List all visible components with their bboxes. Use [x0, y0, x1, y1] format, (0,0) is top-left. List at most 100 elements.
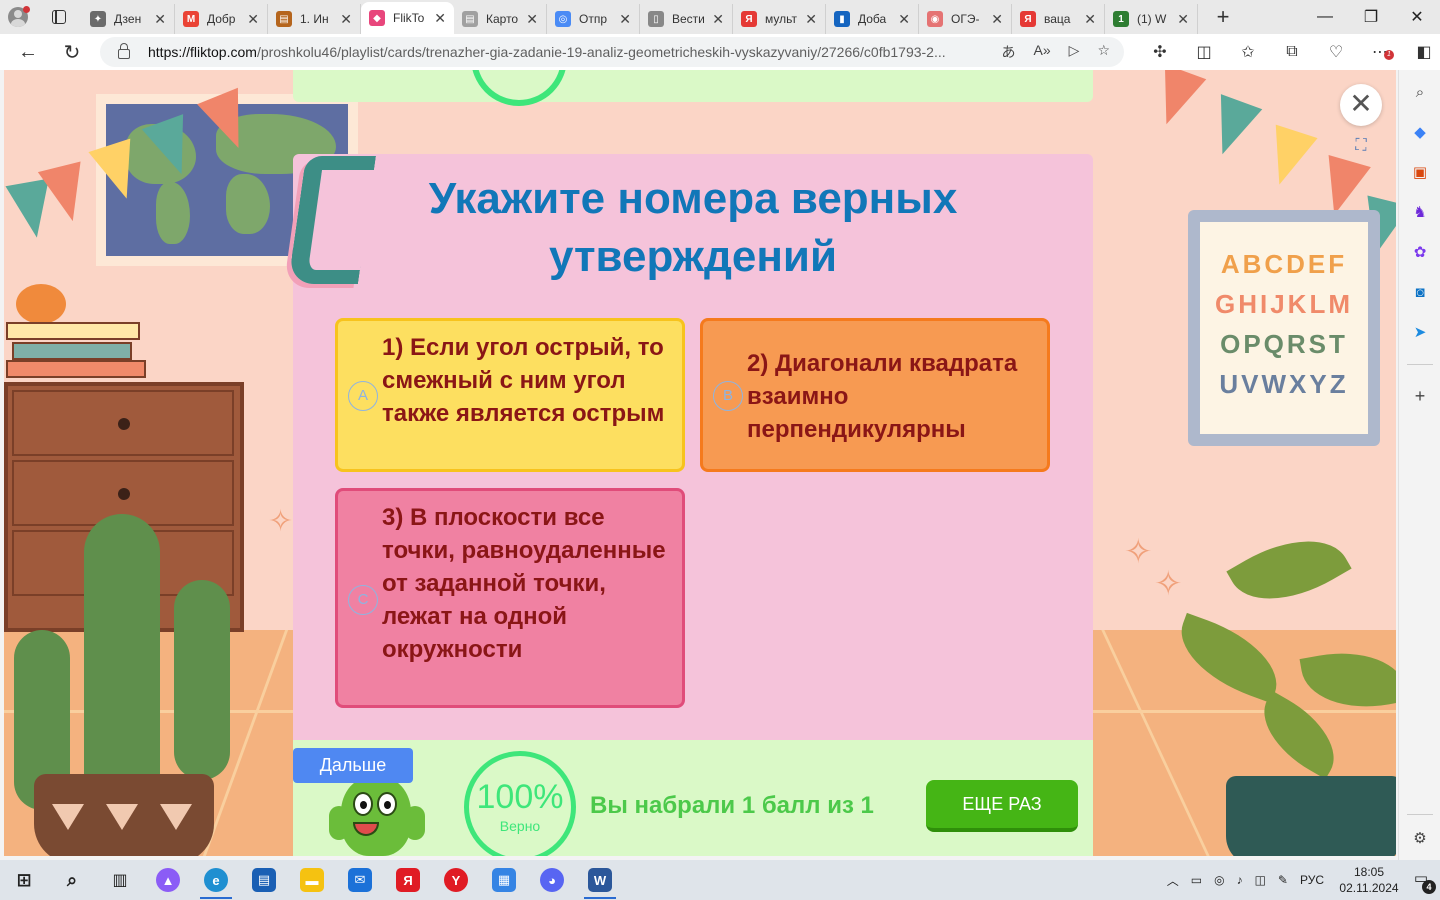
browser-tab[interactable]: Ямульт ✕	[733, 4, 826, 34]
favorites-icon[interactable]: ✩	[1226, 42, 1270, 62]
sidebar-settings-icon[interactable]: ⚙	[1410, 828, 1430, 848]
browser-sidebar: ⌕ ◆ ▣ ♞ ✿ ◙ ➤ + ⚙	[1398, 70, 1440, 860]
address-input[interactable]: https://fliktop.com/proshkolu46/playlist…	[100, 37, 1124, 67]
address-bar-row: ← ↻ https://fliktop.com/proshkolu46/play…	[0, 34, 1440, 70]
lock-icon[interactable]	[118, 43, 130, 59]
mail-icon[interactable]: ✉	[336, 860, 384, 900]
copilot-sidebar-icon[interactable]: ◧	[1402, 42, 1440, 62]
tab-close-icon[interactable]: ✕	[706, 11, 724, 28]
immersive-reader-icon[interactable]: ▷	[1069, 42, 1080, 62]
tab-close-icon[interactable]: ✕	[892, 11, 910, 28]
telegram-icon[interactable]: ➤	[1410, 322, 1430, 342]
tab-close-icon[interactable]: ✕	[613, 11, 631, 28]
reload-button[interactable]: ↻	[50, 34, 94, 70]
answer-option-c[interactable]: C 3) В плоскости все точки, равноудаленн…	[335, 488, 685, 708]
extensions-icon[interactable]: ✣	[1138, 42, 1182, 62]
language-indicator[interactable]: РУС	[1294, 873, 1330, 887]
tab-close-icon[interactable]: ✕	[428, 10, 446, 27]
collections-icon[interactable]: ⧉	[1270, 43, 1314, 61]
tools-icon[interactable]: ▣	[1410, 162, 1430, 182]
answer-option-a[interactable]: A 1) Если угол острый, то смежный с ним …	[335, 318, 685, 472]
file-explorer-icon[interactable]: ▬	[288, 860, 336, 900]
tab-close-icon[interactable]: ✕	[1171, 11, 1189, 28]
tab-close-icon[interactable]: ✕	[985, 11, 1003, 28]
copilot-icon[interactable]: ✿	[1410, 242, 1430, 262]
browser-tab[interactable]: ▤ 1. Ин ✕	[268, 4, 361, 34]
browser-essentials-icon[interactable]: ♡	[1314, 42, 1358, 62]
cactus-decoration	[84, 514, 160, 814]
cactus-pot	[34, 774, 214, 856]
favorite-star-icon[interactable]: ☆	[1097, 42, 1110, 62]
volume-icon[interactable]: ♪	[1231, 873, 1249, 887]
games-icon[interactable]: ♞	[1410, 202, 1430, 222]
close-player-button[interactable]: ✕	[1340, 84, 1382, 126]
retry-button[interactable]: ЕЩЕ РАЗ	[926, 780, 1078, 832]
browser-tab[interactable]: ▮ Доба ✕	[826, 4, 919, 34]
tab-close-icon[interactable]: ✕	[520, 11, 538, 28]
network-icon[interactable]: ▭	[1185, 873, 1208, 887]
score-percent-label: Верно	[499, 818, 541, 834]
tab-close-icon[interactable]: ✕	[148, 11, 166, 28]
question-title: Укажите номера верных утверждений	[428, 174, 958, 281]
task-view-icon[interactable]: ▥	[96, 860, 144, 900]
edge-browser-icon[interactable]: e	[192, 860, 240, 900]
tab-close-icon[interactable]: ✕	[334, 11, 352, 28]
fullscreen-icon[interactable]: ⛶	[1349, 134, 1373, 158]
next-button[interactable]: Дальше	[293, 748, 413, 783]
browser-tab[interactable]: ▯ Вести ✕	[640, 4, 733, 34]
browser-tab[interactable]: M Добр ✕	[175, 4, 268, 34]
browser-tab[interactable]: ◎ Отпр ✕	[547, 4, 640, 34]
profile-avatar-icon[interactable]	[0, 2, 36, 32]
shopping-tag-icon[interactable]: ◆	[1410, 122, 1430, 142]
tab-label: Доба	[858, 12, 887, 26]
translate-icon[interactable]: あ	[1002, 42, 1016, 62]
close-window-icon[interactable]: ✕	[1394, 0, 1440, 34]
tab-label: Отпр	[579, 12, 608, 26]
sparkle-icon: ✧	[268, 505, 294, 538]
notification-center-icon[interactable]: ▭ 4	[1408, 869, 1436, 894]
tab-favicon-icon: M	[183, 11, 199, 27]
tab-close-icon[interactable]: ✕	[799, 11, 817, 28]
book-decoration	[12, 342, 132, 360]
start-button[interactable]: ⊞	[0, 860, 48, 900]
search-icon[interactable]: ⌕	[1410, 82, 1430, 102]
option-letter-c: C	[348, 585, 378, 615]
discord-icon[interactable]: ◕	[528, 860, 576, 900]
store-icon[interactable]: ▦	[480, 860, 528, 900]
tray-expand-icon[interactable]: ︿	[1161, 872, 1185, 889]
browser-tab[interactable]: ▤ Карто ✕	[454, 4, 547, 34]
pennant-decoration	[1258, 124, 1318, 192]
alphabet-row: GHIJKLM	[1215, 289, 1353, 319]
add-sidebar-app-icon[interactable]: +	[1410, 386, 1430, 406]
browser-tab[interactable]: 1 (1) W ✕	[1105, 4, 1198, 34]
tab-actions-icon[interactable]	[36, 2, 82, 32]
alice-assistant-icon[interactable]: ▲	[144, 860, 192, 900]
answer-option-b[interactable]: B 2) Диагонали квадрата взаимно перпенди…	[700, 318, 1050, 472]
yandex-icon[interactable]: Я	[384, 860, 432, 900]
tab-close-icon[interactable]: ✕	[241, 11, 259, 28]
taskbar-search-icon[interactable]: ⌕	[48, 860, 96, 900]
split-screen-icon[interactable]: ◫	[1182, 42, 1226, 62]
news-app-icon[interactable]: ▤	[240, 860, 288, 900]
settings-more-icon[interactable]: ⋯ 1	[1358, 42, 1402, 62]
meet-icon[interactable]: ◎	[1208, 873, 1230, 887]
browser-tab[interactable]: ◉ ОГЭ- ✕	[919, 4, 1012, 34]
alphabet-row: OPQRST	[1220, 329, 1348, 359]
yandex-browser-icon[interactable]: Y	[432, 860, 480, 900]
tab-favicon-icon: Я	[741, 11, 757, 27]
clock[interactable]: 18:05 02.11.2024	[1330, 864, 1408, 896]
security-icon[interactable]: ◫	[1249, 873, 1272, 887]
tab-close-icon[interactable]: ✕	[1078, 11, 1096, 28]
outlook-icon[interactable]: ◙	[1410, 282, 1430, 302]
new-tab-button[interactable]: +	[1208, 4, 1238, 30]
word-icon[interactable]: W	[576, 860, 624, 900]
minimize-icon[interactable]: —	[1302, 0, 1348, 34]
restore-icon[interactable]: ❐	[1348, 0, 1394, 34]
back-button[interactable]: ←	[6, 34, 50, 70]
browser-tab[interactable]: ◆ FlikTo ✕	[361, 2, 454, 34]
read-aloud-icon[interactable]: A»	[1034, 42, 1051, 62]
browser-tab[interactable]: Яваца ✕	[1012, 4, 1105, 34]
browser-tab[interactable]: ✦ Дзен ✕	[82, 4, 175, 34]
sparkle-icon: ✧	[1154, 565, 1183, 603]
pen-icon[interactable]: ✎	[1272, 873, 1294, 887]
